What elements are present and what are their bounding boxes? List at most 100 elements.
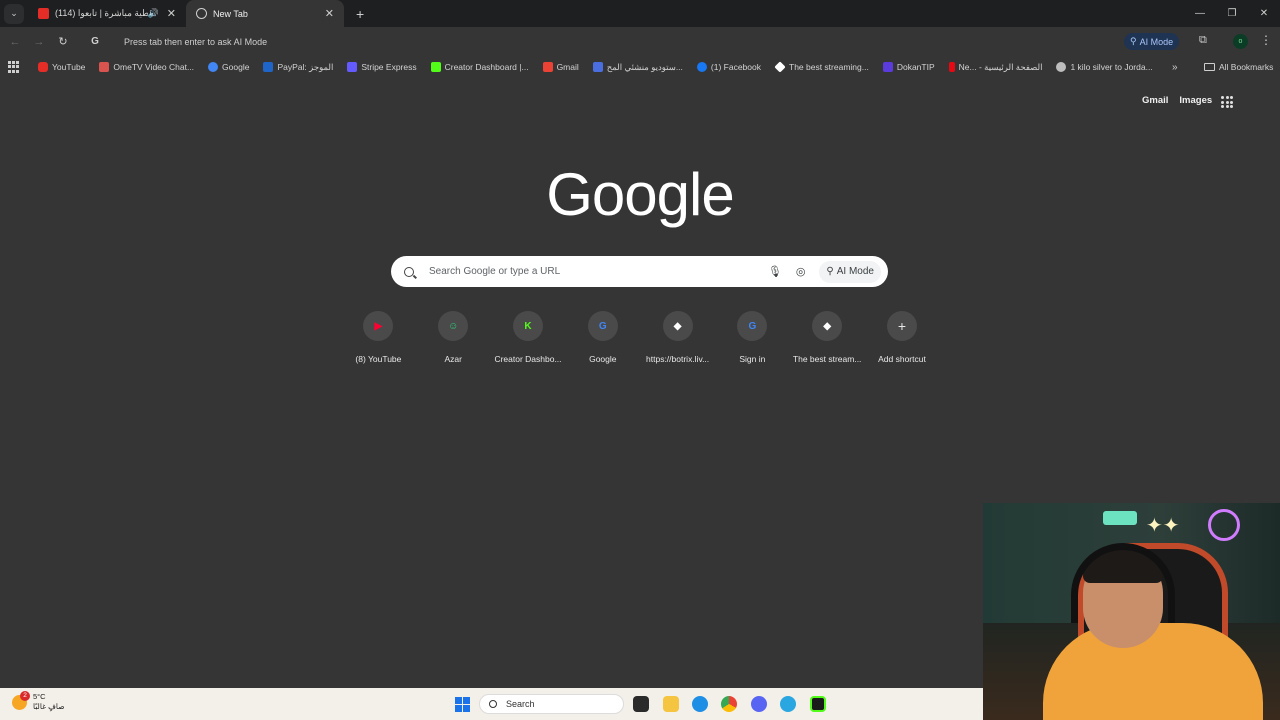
gmail-link[interactable]: Gmail: [1142, 95, 1168, 106]
streaming-icon: ◆: [812, 311, 843, 341]
tab-new-tab[interactable]: New Tab ✕: [186, 0, 344, 27]
apps-grid-icon[interactable]: [8, 61, 20, 73]
forward-icon[interactable]: →: [27, 36, 51, 48]
globe-icon: [1056, 62, 1067, 72]
omnibox-text[interactable]: Press tab then enter to ask AI Mode: [124, 37, 267, 47]
bookmark-ometv[interactable]: OmeTV Video Chat...: [99, 62, 194, 72]
bookmark-dokantip[interactable]: DokanTIP: [882, 62, 935, 72]
microphone-icon[interactable]: 🎙: [768, 265, 782, 278]
search-input[interactable]: Search Google or type a URL: [429, 266, 768, 277]
shortcut-streaming[interactable]: ◆ The best stream...: [790, 311, 865, 364]
omnibox[interactable]: G Press tab then enter to ask AI Mode: [84, 29, 1194, 54]
bookmark-gmail[interactable]: Gmail: [542, 62, 579, 72]
taskbar-search-label: Search: [506, 699, 535, 709]
weather-text: 5°C صافٍ غالبًا: [33, 692, 65, 712]
bookmark-paypal[interactable]: PayPal: الموجز: [263, 62, 333, 73]
windows-start-icon[interactable]: [455, 697, 470, 712]
weather-sun-icon: 2: [12, 690, 30, 710]
tab-title: New Tab: [213, 8, 248, 19]
youtube-icon: [38, 8, 49, 19]
shortcut-add[interactable]: + Add shortcut: [865, 311, 940, 364]
ai-mode-label: AI Mode: [1139, 36, 1174, 47]
close-icon[interactable]: ✕: [325, 7, 334, 20]
file-explorer-icon[interactable]: [663, 696, 679, 712]
plus-icon: +: [886, 311, 917, 341]
taskbar-search[interactable]: Search: [479, 694, 624, 714]
new-tab-button[interactable]: +: [356, 6, 364, 22]
reload-icon[interactable]: ↻: [51, 35, 75, 48]
stripe-icon: [347, 62, 358, 72]
bookmark-silver[interactable]: 1 kilo silver to Jorda...: [1056, 62, 1153, 72]
neon-logo: [1208, 509, 1240, 541]
close-icon[interactable]: ✕: [167, 7, 176, 20]
shortcut-botrix[interactable]: ◆ https://botrix.liv...: [640, 311, 715, 364]
bookmark-stripe[interactable]: Stripe Express: [347, 62, 417, 72]
bookmark-studio[interactable]: ستوديو منشئي المح...: [592, 62, 683, 73]
bookmark-label: DokanTIP: [896, 62, 935, 72]
netflix-icon: [948, 62, 955, 72]
search-box[interactable]: Search Google or type a URL 🎙 ◎ ⚲ AI Mode: [391, 256, 888, 287]
tab-youtube[interactable]: (114) تغطية مباشرة | تابعوا... 🔊 ✕: [28, 0, 186, 27]
discord-icon[interactable]: [751, 696, 767, 712]
shortcut-label: Creator Dashbo...: [494, 354, 562, 364]
weather-widget[interactable]: 2 5°C صافٍ غالبًا: [12, 690, 65, 712]
sparkle-search-icon: ⚲: [826, 266, 834, 277]
notification-badge: 2: [20, 690, 30, 701]
sparkle-search-icon: ⚲: [1130, 36, 1137, 46]
bookmark-google[interactable]: Google: [208, 62, 249, 72]
task-view-icon[interactable]: [633, 696, 649, 712]
all-bookmarks-label: All Bookmarks: [1219, 62, 1274, 72]
chrome-icon[interactable]: [721, 696, 737, 712]
person-hoodie: [1043, 623, 1263, 720]
chevron-double-right-icon[interactable]: »: [1172, 62, 1178, 73]
bookmark-label: OmeTV Video Chat...: [113, 62, 195, 72]
lens-icon[interactable]: ◎: [796, 265, 806, 278]
shortcut-label: Add shortcut: [878, 354, 926, 364]
tab-title: (114) تغطية مباشرة | تابعوا...: [55, 8, 148, 18]
extensions-icon[interactable]: ⧉: [1199, 34, 1207, 47]
folder-icon: [1204, 63, 1215, 71]
ai-mode-button[interactable]: ⚲ AI Mode: [1124, 33, 1180, 50]
edge-icon[interactable]: [692, 696, 708, 712]
shortcut-sign-in[interactable]: G Sign in: [715, 311, 790, 364]
shortcut-label: Google: [589, 354, 617, 364]
profile-avatar[interactable]: o: [1233, 34, 1248, 49]
bookmark-netflix[interactable]: Ne... - الصفحة الرئيسية: [948, 61, 1043, 73]
back-icon[interactable]: ←: [3, 36, 27, 48]
shortcut-label: Sign in: [739, 354, 766, 364]
bookmark-label: PayPal: الموجز: [277, 61, 334, 72]
bookmark-youtube[interactable]: YouTube: [38, 62, 85, 72]
minimize-icon[interactable]: —: [1184, 0, 1216, 27]
ai-mode-search-button[interactable]: ⚲ AI Mode: [819, 260, 881, 283]
shortcut-label: Azar: [444, 354, 462, 364]
kick-icon[interactable]: [810, 696, 826, 712]
youtube-icon: ▶: [363, 311, 394, 341]
app-icon[interactable]: [780, 696, 796, 712]
google-icon: G: [91, 36, 99, 47]
bookmark-label: Gmail: [556, 62, 579, 72]
speaker-icon[interactable]: 🔊: [148, 8, 159, 19]
shortcut-creator-dashboard[interactable]: K Creator Dashbo...: [491, 311, 566, 364]
shortcut-youtube[interactable]: ▶ (8) YouTube: [341, 311, 416, 364]
images-link[interactable]: Images: [1179, 95, 1212, 106]
bookmark-label: YouTube: [52, 62, 86, 72]
bookmark-streaming[interactable]: The best streaming...: [774, 61, 869, 73]
bookmark-facebook[interactable]: (1) Facebook: [696, 62, 761, 72]
shortcuts-grid: ▶ (8) YouTube ☺ Azar K Creator Dashbo... GG…: [341, 311, 939, 364]
bookmark-label: Ne... - الصفحة الرئيسية: [958, 61, 1043, 72]
shortcut-azar[interactable]: ☺ Azar: [416, 311, 491, 364]
tab-strip: ⌄ (114) تغطية مباشرة | تابعوا... 🔊 ✕ New…: [0, 0, 1280, 27]
facebook-icon: [696, 62, 707, 72]
menu-icon[interactable]: ⋮: [1260, 33, 1272, 47]
neon-face-sign: ✦✦: [1146, 515, 1180, 537]
all-bookmarks-button[interactable]: All Bookmarks: [1204, 62, 1273, 72]
google-apps-icon[interactable]: [1221, 96, 1233, 108]
weather-desc: صافٍ غالبًا: [33, 702, 65, 711]
close-window-icon[interactable]: ✕: [1248, 0, 1280, 27]
bookmark-label: (1) Facebook: [710, 62, 761, 72]
kick-icon: K: [512, 311, 543, 341]
restore-icon[interactable]: ❐: [1216, 0, 1248, 27]
bookmark-creator-dashboard[interactable]: Creator Dashboard |...: [430, 62, 529, 72]
tab-search-button[interactable]: ⌄: [4, 3, 24, 24]
shortcut-google[interactable]: G Google: [565, 311, 640, 364]
